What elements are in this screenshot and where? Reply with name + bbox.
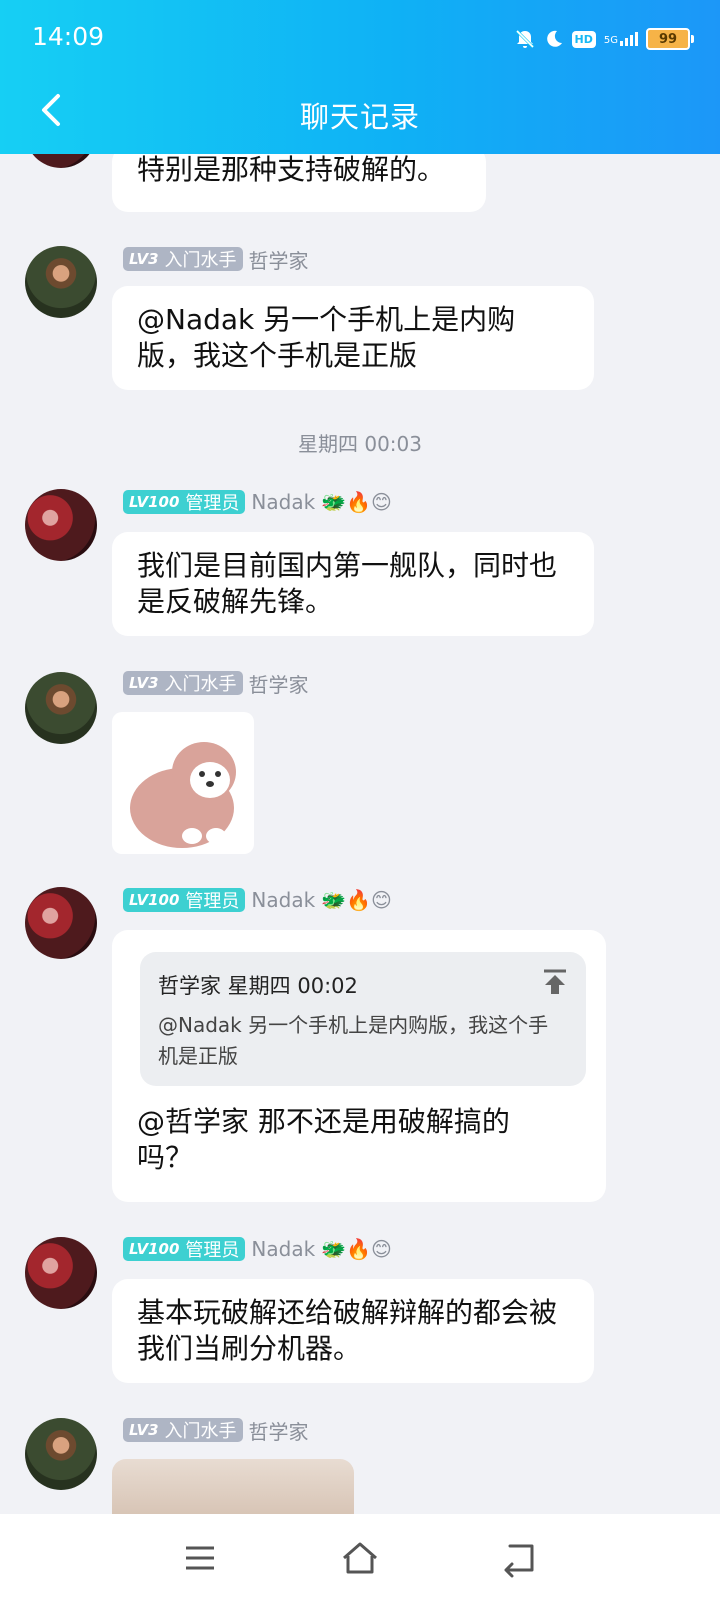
sender-info: LV3 入门水手 哲学家 bbox=[123, 1416, 309, 1445]
home-icon[interactable] bbox=[338, 1536, 382, 1580]
chat-history[interactable]: 特别是那种支持破解的。 LV3 入门水手 哲学家 @Nadak 另一个手机上是内购… bbox=[0, 154, 720, 1514]
sender-name[interactable]: Nadak bbox=[251, 1237, 315, 1261]
battery-icon: 99 bbox=[646, 28, 694, 50]
nav-bar: 聊天记录 bbox=[0, 76, 720, 154]
sender-name[interactable]: 哲学家 bbox=[249, 1416, 309, 1445]
avatar[interactable] bbox=[25, 672, 97, 744]
level-badge: LV100 管理员 bbox=[123, 1237, 246, 1261]
status-time: 14:09 bbox=[32, 22, 105, 51]
moon-icon bbox=[546, 30, 562, 47]
timestamp: 星期四 00:03 bbox=[298, 432, 422, 456]
level-badge: LV3 入门水手 bbox=[123, 1418, 243, 1442]
sender-info: LV100 管理员 Nadak 🐲🔥😊 bbox=[123, 887, 392, 913]
sender-info: LV100 管理员 Nadak 🐲🔥😊 bbox=[123, 1236, 392, 1262]
mute-bell-icon bbox=[515, 29, 534, 49]
avatar[interactable] bbox=[25, 246, 97, 318]
sender-info: LV100 管理员 Nadak 🐲🔥😊 bbox=[123, 489, 392, 515]
level-badge: LV100 管理员 bbox=[123, 888, 246, 912]
avatar[interactable] bbox=[25, 887, 97, 959]
avatar[interactable] bbox=[25, 154, 97, 168]
dog-sticker[interactable] bbox=[112, 712, 254, 854]
sender-name[interactable]: Nadak bbox=[251, 888, 315, 912]
partial-image[interactable] bbox=[112, 1459, 354, 1514]
level-badge: LV100 管理员 bbox=[123, 490, 246, 514]
message-text: 我们是目前国内第一舰队，同时也是反破解先锋。 bbox=[137, 549, 558, 618]
signal-5g-icon: 5G bbox=[604, 32, 638, 46]
message-text: @哲学家 那不还是用破解搞的吗？ bbox=[137, 1105, 510, 1174]
avatar[interactable] bbox=[25, 489, 97, 561]
emoji-badges: 🐲🔥😊 bbox=[321, 490, 392, 514]
back-icon[interactable] bbox=[498, 1536, 542, 1580]
sender-info: LV3 入门水手 哲学家 bbox=[123, 669, 309, 698]
status-bar: 14:09 HD 5G 99 bbox=[0, 0, 720, 76]
level-badge: LV3 入门水手 bbox=[123, 671, 243, 695]
dog-illustration bbox=[130, 742, 236, 848]
message-bubble[interactable]: @Nadak 另一个手机上是内购版，我这个手机是正版 bbox=[112, 286, 594, 390]
avatar[interactable] bbox=[25, 1418, 97, 1490]
sender-name[interactable]: 哲学家 bbox=[249, 245, 309, 274]
avatar[interactable] bbox=[25, 1237, 97, 1309]
message-text: 特别是那种支持破解的。 bbox=[137, 154, 446, 186]
sender-info: LV3 入门水手 哲学家 bbox=[123, 245, 309, 274]
quoted-message[interactable]: 哲学家 星期四 00:02 @Nadak 另一个手机上是内购版，我这个手机是正版 bbox=[140, 952, 586, 1086]
emoji-badges: 🐲🔥😊 bbox=[321, 888, 392, 912]
status-icons: HD 5G 99 bbox=[514, 24, 694, 54]
page-title: 聊天记录 bbox=[299, 100, 420, 134]
menu-icon[interactable] bbox=[178, 1536, 222, 1580]
message-bubble[interactable]: 我们是目前国内第一舰队，同时也是反破解先锋。 bbox=[112, 532, 594, 636]
hd-icon: HD bbox=[571, 30, 596, 48]
quote-text: @Nadak 另一个手机上是内购版，我这个手机是正版 bbox=[158, 1013, 549, 1068]
sender-name[interactable]: 哲学家 bbox=[249, 669, 309, 698]
header: 14:09 HD 5G 99 聊天记录 bbox=[0, 0, 720, 154]
message-bubble[interactable]: 哲学家 星期四 00:02 @Nadak 另一个手机上是内购版，我这个手机是正版… bbox=[112, 930, 606, 1202]
message-text: 基本玩破解还给破解辩解的都会被我们当刷分机器。 bbox=[137, 1296, 558, 1365]
jump-to-top-icon[interactable] bbox=[542, 968, 568, 996]
emoji-badges: 🐲🔥😊 bbox=[321, 1237, 392, 1261]
message-bubble[interactable]: 特别是那种支持破解的。 bbox=[112, 154, 486, 212]
message-bubble[interactable]: 基本玩破解还给破解辩解的都会被我们当刷分机器。 bbox=[112, 1279, 594, 1383]
level-badge: LV3 入门水手 bbox=[123, 247, 243, 271]
quote-header: 哲学家 星期四 00:02 bbox=[158, 974, 358, 998]
message-text: @Nadak 另一个手机上是内购版，我这个手机是正版 bbox=[137, 303, 516, 372]
system-nav-bar bbox=[0, 1514, 720, 1600]
sender-name[interactable]: Nadak bbox=[251, 490, 315, 514]
